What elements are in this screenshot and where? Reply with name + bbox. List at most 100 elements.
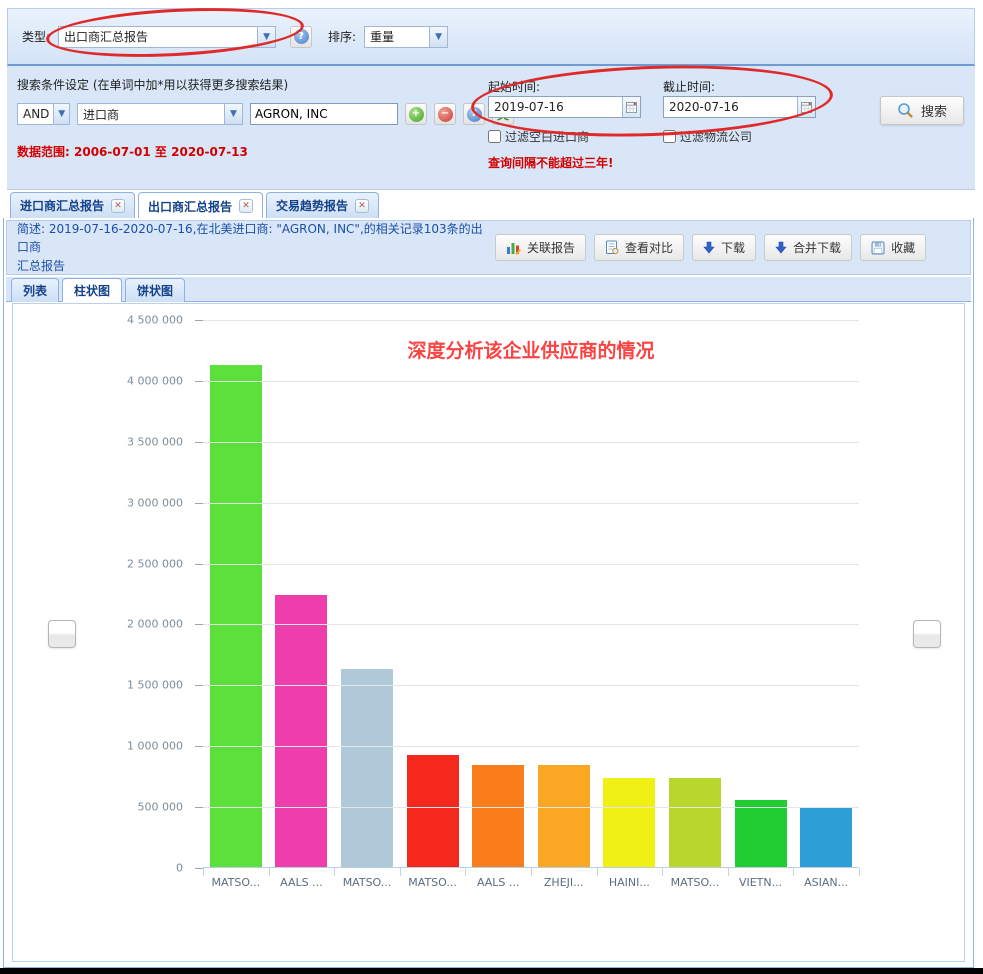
y-axis-tick-label: 4 500 000 (127, 314, 183, 327)
minus-icon: − (438, 107, 453, 122)
bar-slot (334, 669, 400, 867)
tab-trade-trend[interactable]: 交易趋势报告 ✕ (266, 192, 379, 218)
subtab-label: 列表 (23, 282, 47, 299)
close-icon[interactable]: ✕ (355, 199, 369, 213)
x-axis-category-label: MATSO... (334, 876, 400, 889)
bar-9[interactable] (800, 807, 852, 867)
bar-7[interactable] (669, 778, 721, 867)
scroll-right-button[interactable] (913, 620, 941, 648)
add-condition-button[interactable]: + (405, 103, 427, 125)
filter-logistics-checkbox[interactable] (663, 130, 676, 143)
data-range-value: 2006-07-01 至 2020-07-13 (74, 145, 248, 159)
x-axis-separator-tick (400, 868, 401, 876)
report-content: 简述: 2019-07-16-2020-07-16,在北美进口商: "AGRON… (3, 218, 974, 968)
x-axis-category-label: VIETN... (728, 876, 794, 889)
bar-6[interactable] (603, 778, 655, 867)
query-interval-warning: 查询间隔不能超过三年! (488, 154, 613, 171)
condition-help-button[interactable]: ? (463, 103, 485, 125)
y-axis-labels: 0500 0001 000 0001 500 0002 000 0002 500… (13, 304, 195, 961)
y-axis-tick-label: 2 500 000 (127, 557, 183, 570)
sort-select[interactable]: 重量 ▼ (364, 26, 448, 48)
y-axis-tick (195, 381, 203, 382)
bar-slot (597, 778, 663, 867)
chevron-down-icon[interactable]: ▼ (429, 27, 447, 47)
y-axis-tick-label: 4 000 000 (127, 374, 183, 387)
bar-8[interactable] (735, 800, 787, 867)
start-date-input[interactable]: 2019-07-16 (488, 96, 641, 118)
button-label: 收藏 (891, 239, 915, 256)
end-date-input[interactable]: 2020-07-16 (663, 96, 816, 118)
compare-document-icon (605, 240, 619, 255)
chevron-down-icon[interactable]: ▼ (53, 104, 69, 124)
chevron-down-icon[interactable]: ▼ (224, 104, 242, 124)
related-report-button[interactable]: 关联报告 (495, 234, 586, 261)
bar-slot (531, 765, 597, 867)
x-axis-category-label: MATSO... (662, 876, 728, 889)
download-arrow-icon (775, 241, 787, 254)
y-axis-tick (195, 624, 203, 625)
type-help-button[interactable]: ? (290, 26, 312, 48)
download-button[interactable]: 下载 (692, 234, 756, 261)
x-axis-separator-tick (531, 868, 532, 876)
report-summary: 简述: 2019-07-16-2020-07-16,在北美进口商: "AGRON… (7, 216, 495, 280)
y-axis-tick (195, 442, 203, 443)
chart-title: 深度分析该企业供应商的情况 (203, 336, 859, 363)
plus-icon: + (409, 107, 424, 122)
subtab-pie-chart[interactable]: 饼状图 (125, 278, 185, 302)
boolean-operator-select[interactable]: AND ▼ (17, 103, 70, 125)
gridline (203, 442, 859, 443)
calendar-icon[interactable] (797, 97, 815, 117)
search-panel: 搜索条件设定 (在单词中加*用以获得更多搜索结果) AND ▼ 进口商 ▼ + … (7, 66, 975, 190)
start-date-value: 2019-07-16 (494, 100, 564, 114)
close-icon[interactable]: ✕ (111, 199, 125, 213)
bar-1[interactable] (275, 595, 327, 867)
x-axis-category-label: AALS ... (465, 876, 531, 889)
bar-slot (465, 765, 531, 867)
gridline (203, 624, 859, 625)
bar-slot (793, 807, 859, 867)
search-settings-title: 搜索条件设定 (在单词中加*用以获得更多搜索结果) (17, 76, 288, 93)
y-axis-tick-label: 1 000 000 (127, 740, 183, 753)
button-label: 关联报告 (527, 239, 575, 256)
bar-2[interactable] (341, 669, 393, 867)
scroll-left-button[interactable] (48, 620, 76, 648)
close-icon[interactable]: ✕ (239, 199, 253, 213)
bottom-edge-bar (0, 968, 983, 974)
end-date-label: 截止时间: (663, 78, 715, 95)
bar-slot (662, 778, 728, 867)
x-axis-category-label: ZHEJI... (531, 876, 597, 889)
x-axis-separator-tick (728, 868, 729, 876)
subtab-bar-chart[interactable]: 柱状图 (62, 278, 122, 302)
chart-plot-area (203, 320, 859, 868)
y-axis-tick-label: 0 (176, 862, 183, 875)
bar-5[interactable] (538, 765, 590, 867)
type-panel: 类型: 出口商汇总报告 ▼ ? 排序: 重量 ▼ (7, 8, 975, 66)
tab-importer-summary[interactable]: 进口商汇总报告 ✕ (10, 192, 135, 218)
filter-blank-importer-checkbox[interactable] (488, 130, 501, 143)
calendar-icon[interactable] (622, 97, 640, 117)
report-type-select[interactable]: 出口商汇总报告 ▼ (58, 26, 276, 48)
bar-3[interactable] (407, 755, 459, 867)
y-axis-tick-label: 500 000 (138, 801, 184, 814)
start-date-label: 起始时间: (488, 78, 540, 95)
view-subtabs: 列表 柱状图 饼状图 (6, 277, 971, 302)
merge-download-button[interactable]: 合并下载 (764, 234, 852, 261)
remove-condition-button[interactable]: − (434, 103, 456, 125)
bar-0[interactable] (210, 365, 262, 867)
bar-chart-panel: 深度分析该企业供应商的情况 0500 0001 000 0001 500 000… (12, 303, 965, 962)
bar-4[interactable] (472, 765, 524, 867)
report-type-value: 出口商汇总报告 (64, 28, 148, 45)
bars-container (203, 320, 859, 867)
search-field-select[interactable]: 进口商 ▼ (77, 103, 243, 125)
x-axis-labels: MATSO...AALS ...MATSO...MATSO...AALS ...… (203, 876, 859, 889)
favorite-button[interactable]: 收藏 (860, 234, 926, 261)
subtab-list[interactable]: 列表 (11, 278, 59, 302)
y-axis-tick (195, 320, 203, 321)
search-button[interactable]: 搜索 (880, 96, 964, 125)
keyword-input[interactable] (250, 103, 398, 125)
view-compare-button[interactable]: 查看对比 (594, 234, 684, 261)
gridline (203, 807, 859, 808)
subtab-label: 柱状图 (74, 282, 110, 299)
summary-line2: 汇总报告 (17, 259, 65, 273)
chevron-down-icon[interactable]: ▼ (257, 27, 275, 47)
